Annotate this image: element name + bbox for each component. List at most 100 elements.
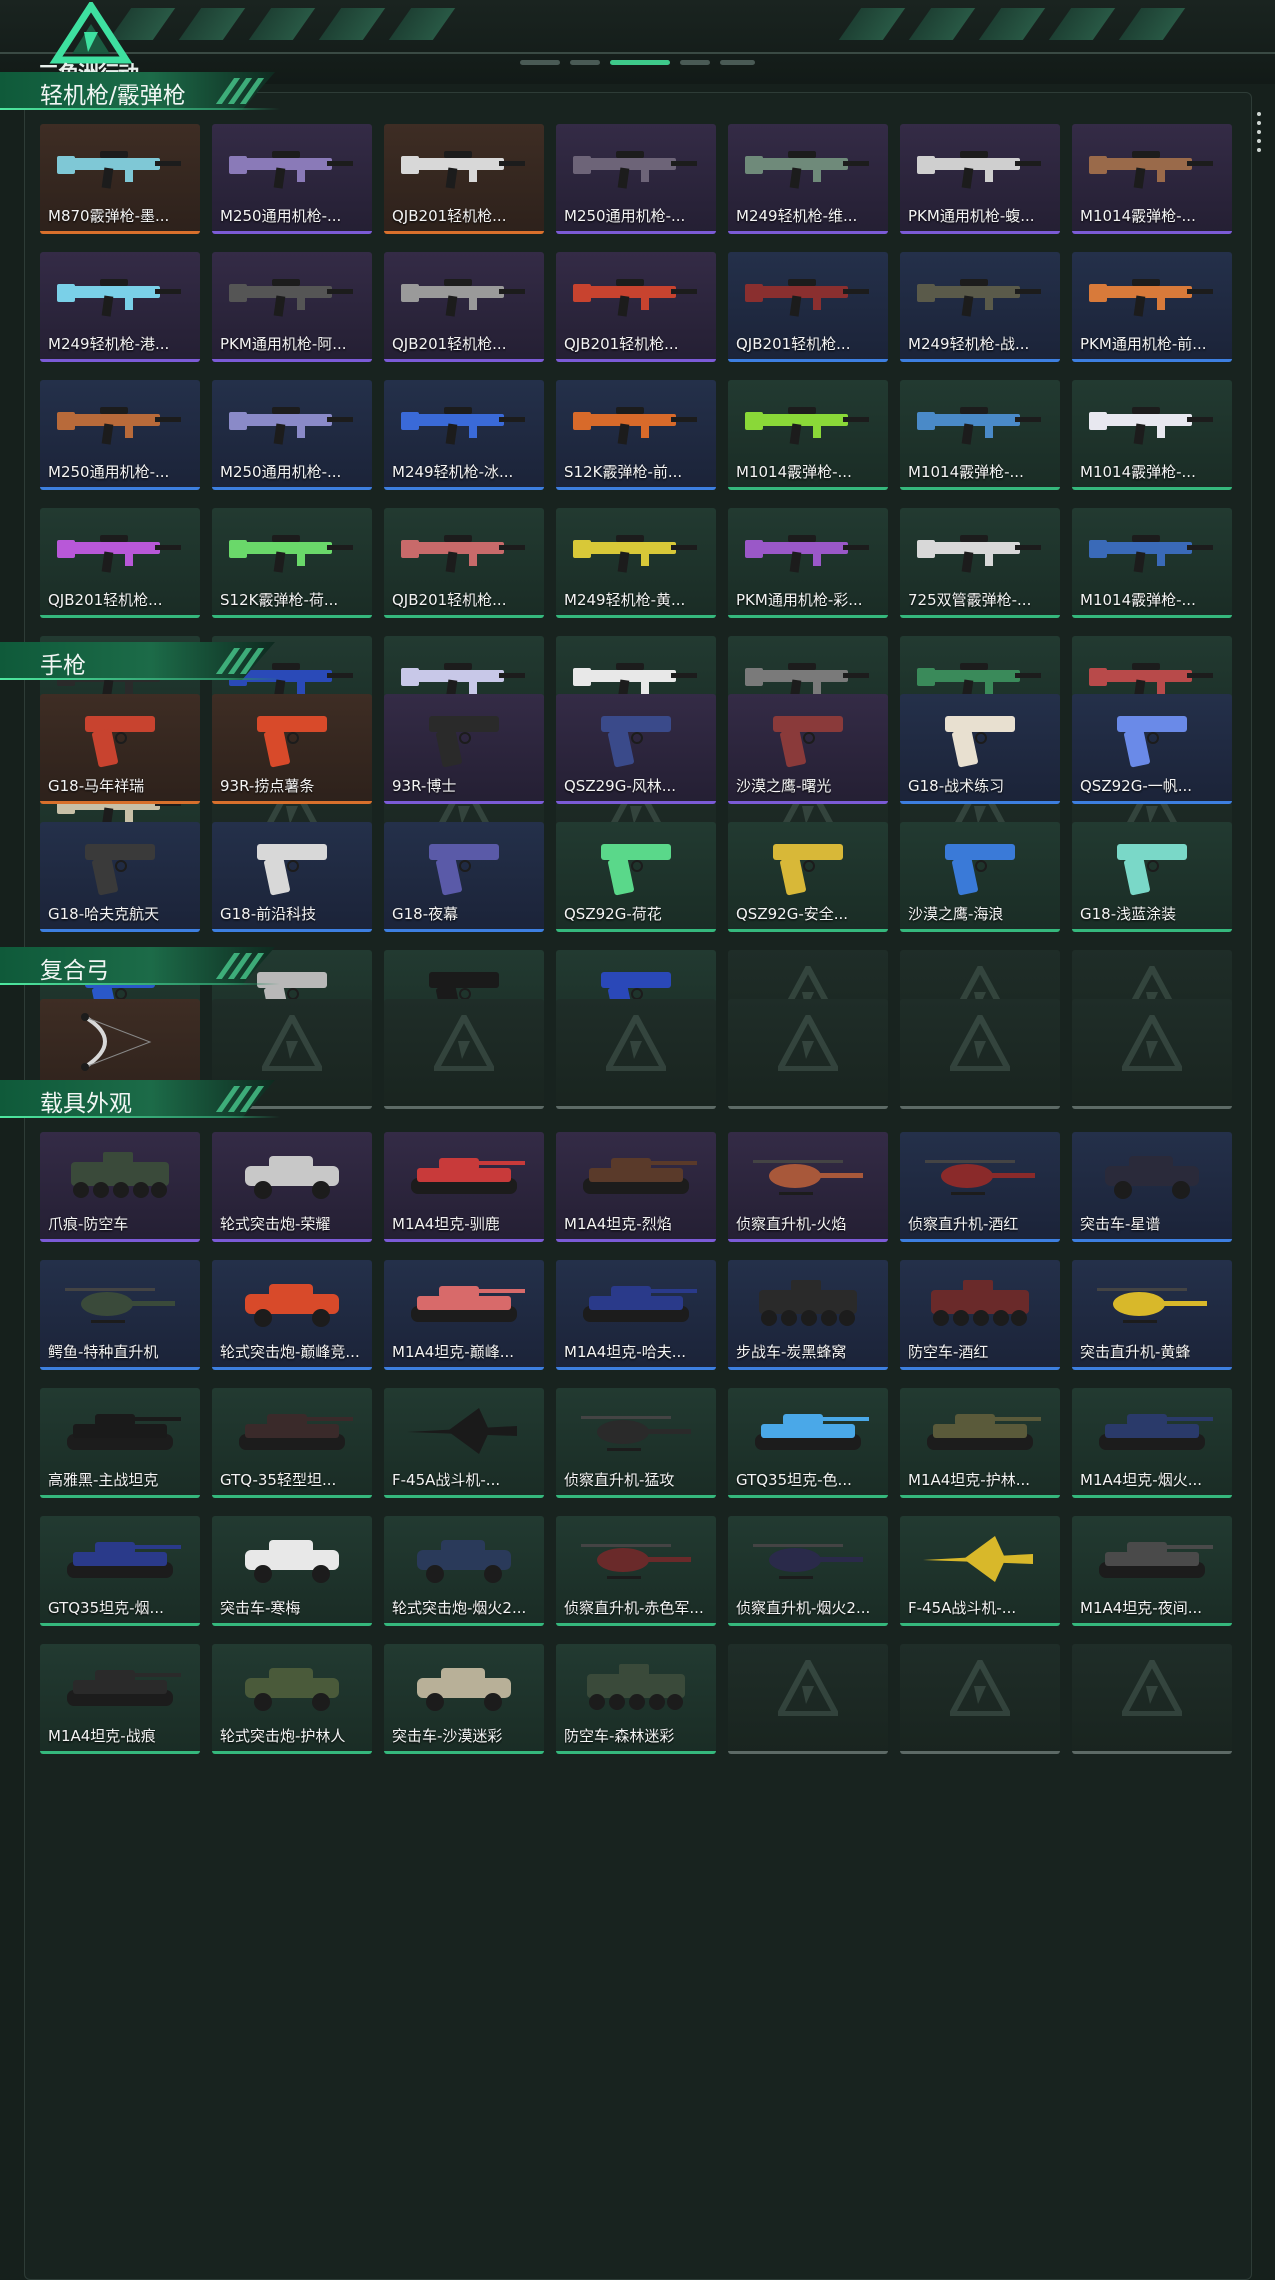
skin-card[interactable]: PKM通用机枪-彩... xyxy=(728,508,888,618)
skin-card[interactable]: 步战车-炭黑蜂窝 xyxy=(728,1260,888,1370)
skin-card[interactable]: 93R-博士 xyxy=(384,694,544,804)
rarity-bar xyxy=(900,1751,1060,1754)
skin-card[interactable]: QJB201轻机枪... xyxy=(384,124,544,234)
skin-name: PKM通用机枪-阿... xyxy=(220,335,347,353)
rarity-bar xyxy=(1072,1239,1232,1242)
skin-card[interactable]: QJB201轻机枪... xyxy=(384,252,544,362)
gun-icon xyxy=(745,279,869,317)
skin-card[interactable]: G18-哈夫克航天 xyxy=(40,822,200,932)
skin-card[interactable]: GTQ35坦克-烟... xyxy=(40,1516,200,1626)
skin-card[interactable]: M250通用机枪-... xyxy=(212,380,372,490)
skin-card[interactable]: G18-马年祥瑞 xyxy=(40,694,200,804)
skin-card[interactable]: G18-战术练习 xyxy=(900,694,1060,804)
skin-card[interactable]: QSZ29G-风林... xyxy=(556,694,716,804)
skin-card[interactable]: G18-前沿科技 xyxy=(212,822,372,932)
skin-card[interactable]: QJB201轻机枪... xyxy=(40,508,200,618)
skin-card[interactable]: M1A4坦克-驯鹿 xyxy=(384,1132,544,1242)
skin-card[interactable]: M1014霰弹枪-... xyxy=(1072,124,1232,234)
gun-icon xyxy=(57,535,181,573)
skin-name: M870霰弹枪-墨... xyxy=(48,207,170,225)
skin-card[interactable]: GTQ-35轻型坦... xyxy=(212,1388,372,1498)
gun-icon xyxy=(917,407,1041,445)
skin-card[interactable]: 突击车-寒梅 xyxy=(212,1516,372,1626)
skin-card[interactable]: M1A4坦克-烟火... xyxy=(1072,1388,1232,1498)
item-grid: 爪痕-防空车 轮式突击炮-荣耀 M1A4坦克-驯鹿 M1A4坦克-烈焰 侦察直升机-火焰… xyxy=(40,1132,1232,1754)
skin-card[interactable]: 轮式突击炮-烟火2... xyxy=(384,1516,544,1626)
skin-card[interactable]: 轮式突击炮-荣耀 xyxy=(212,1132,372,1242)
skin-card[interactable]: 突击车-星谱 xyxy=(1072,1132,1232,1242)
skin-name: 高雅黑-主战坦克 xyxy=(48,1471,159,1489)
skin-card[interactable]: G18-浅蓝涂装 xyxy=(1072,822,1232,932)
tank-icon xyxy=(67,1414,181,1450)
skin-card[interactable]: M1A4坦克-烈焰 xyxy=(556,1132,716,1242)
pistol-icon xyxy=(773,716,843,768)
skin-card[interactable]: M1014霰弹枪-... xyxy=(728,380,888,490)
gun-icon xyxy=(57,151,181,189)
skin-card[interactable]: 轮式突击炮-护林人 xyxy=(212,1644,372,1754)
skin-card[interactable]: M250通用机枪-... xyxy=(556,124,716,234)
skin-card[interactable]: 突击车-沙漠迷彩 xyxy=(384,1644,544,1754)
skin-card[interactable]: M1A4坦克-夜间... xyxy=(1072,1516,1232,1626)
skin-card[interactable]: PKM通用机枪-蝮... xyxy=(900,124,1060,234)
skin-card[interactable]: F-45A战斗机-... xyxy=(384,1388,544,1498)
skin-card[interactable]: 侦察直升机-火焰 xyxy=(728,1132,888,1242)
skin-card[interactable]: M1A4坦克-护林... xyxy=(900,1388,1060,1498)
gun-icon xyxy=(1089,279,1213,317)
skin-name: M250通用机枪-... xyxy=(564,207,686,225)
skin-card[interactable]: 725双管霰弹枪-... xyxy=(900,508,1060,618)
rarity-bar xyxy=(40,1367,200,1370)
skin-card[interactable]: M249轻机枪-港... xyxy=(40,252,200,362)
rarity-bar xyxy=(212,801,372,804)
skin-card[interactable]: M249轻机枪-冰... xyxy=(384,380,544,490)
skin-name: QJB201轻机枪... xyxy=(48,591,163,609)
tank-icon xyxy=(411,1286,525,1322)
skin-card[interactable]: 侦察直升机-酒红 xyxy=(900,1132,1060,1242)
skin-card[interactable]: 高雅黑-主战坦克 xyxy=(40,1388,200,1498)
skin-card[interactable]: 侦察直升机-烟火2... xyxy=(728,1516,888,1626)
skin-card[interactable]: 爪痕-防空车 xyxy=(40,1132,200,1242)
scrollbar-handle[interactable] xyxy=(1257,112,1261,157)
skin-card[interactable]: QSZ92G-安全... xyxy=(728,822,888,932)
skin-card[interactable]: M1A4坦克-巅峰... xyxy=(384,1260,544,1370)
skin-card[interactable]: 轮式突击炮-巅峰竞... xyxy=(212,1260,372,1370)
skin-card[interactable]: PKM通用机枪-前... xyxy=(1072,252,1232,362)
skin-card[interactable]: M249轻机枪-黄... xyxy=(556,508,716,618)
skin-card[interactable]: M250通用机枪-... xyxy=(212,124,372,234)
skin-card[interactable]: 93R-捞点薯条 xyxy=(212,694,372,804)
skin-card[interactable]: 侦察直升机-赤色军... xyxy=(556,1516,716,1626)
skin-card[interactable]: M249轻机枪-维... xyxy=(728,124,888,234)
gun-icon xyxy=(1089,407,1213,445)
skin-card[interactable]: F-45A战斗机-... xyxy=(900,1516,1060,1626)
skin-card[interactable]: 防空车-酒红 xyxy=(900,1260,1060,1370)
skin-card[interactable]: 沙漠之鹰-海浪 xyxy=(900,822,1060,932)
skin-card[interactable]: PKM通用机枪-阿... xyxy=(212,252,372,362)
skin-card[interactable]: 鳄鱼-特种直升机 xyxy=(40,1260,200,1370)
skin-card[interactable]: M1A4坦克-战痕 xyxy=(40,1644,200,1754)
skin-card[interactable]: G18-夜幕 xyxy=(384,822,544,932)
skin-card[interactable]: M1014霰弹枪-... xyxy=(1072,380,1232,490)
skin-card[interactable]: QJB201轻机枪... xyxy=(384,508,544,618)
skin-card[interactable]: M1014霰弹枪-... xyxy=(900,380,1060,490)
pistol-icon xyxy=(773,844,843,896)
rarity-bar xyxy=(384,1239,544,1242)
skin-card[interactable]: M1014霰弹枪-... xyxy=(1072,508,1232,618)
skin-name: 侦察直升机-火焰 xyxy=(736,1215,847,1233)
skin-card[interactable]: 侦察直升机-猛攻 xyxy=(556,1388,716,1498)
skin-card[interactable]: M250通用机枪-... xyxy=(40,380,200,490)
skin-card[interactable]: QJB201轻机枪... xyxy=(556,252,716,362)
skin-card[interactable]: 突击直升机-黄蜂 xyxy=(1072,1260,1232,1370)
pistol-icon xyxy=(601,716,671,768)
skin-card[interactable]: S12K霰弹枪-前... xyxy=(556,380,716,490)
skin-card[interactable]: QSZ92G-荷花 xyxy=(556,822,716,932)
skin-card[interactable]: 沙漠之鹰-曙光 xyxy=(728,694,888,804)
skin-name: QJB201轻机枪... xyxy=(392,335,507,353)
skin-card[interactable]: QSZ92G-一帆... xyxy=(1072,694,1232,804)
skin-card[interactable]: QJB201轻机枪... xyxy=(728,252,888,362)
skin-card[interactable]: S12K霰弹枪-荷... xyxy=(212,508,372,618)
skin-card[interactable]: M1A4坦克-哈夫... xyxy=(556,1260,716,1370)
skin-card[interactable]: GTQ35坦克-色... xyxy=(728,1388,888,1498)
skin-name: QSZ92G-一帆... xyxy=(1080,777,1193,795)
skin-card[interactable]: M870霰弹枪-墨... xyxy=(40,124,200,234)
skin-card[interactable]: 防空车-森林迷彩 xyxy=(556,1644,716,1754)
skin-card[interactable]: M249轻机枪-战... xyxy=(900,252,1060,362)
